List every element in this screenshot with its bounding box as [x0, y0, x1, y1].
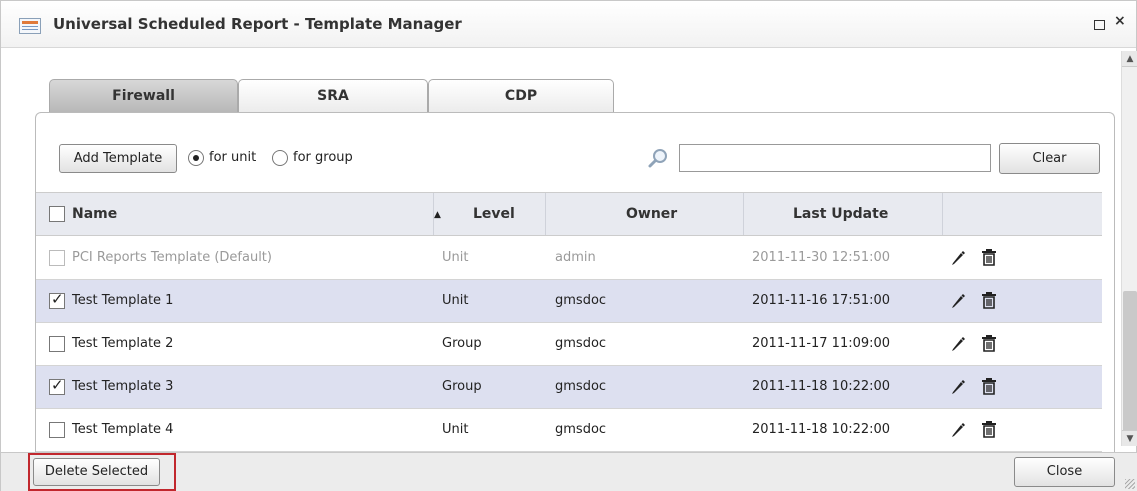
annotation-highlight [28, 453, 176, 491]
row-checkbox[interactable] [49, 336, 65, 352]
row-name: PCI Reports Template (Default) [72, 250, 272, 265]
trash-icon[interactable] [982, 292, 996, 309]
row-checkbox[interactable] [49, 376, 65, 395]
sort-ascending-icon[interactable]: ▲ [434, 193, 441, 237]
row-last-update: 2011-11-17 11:09:00 [752, 336, 891, 351]
row-level: Unit [442, 250, 469, 265]
trash-icon[interactable] [982, 421, 996, 438]
tab-sra[interactable]: SRA [238, 79, 428, 112]
column-header-owner[interactable]: Owner [626, 193, 677, 235]
report-icon [19, 18, 41, 34]
tab-cdp[interactable]: CDP [428, 79, 614, 112]
table-row[interactable]: Test Template 3 Group gmsdoc 2011-11-18 … [36, 366, 1102, 409]
table-header: Name ▲ Level Owner Last Update [36, 192, 1102, 236]
edit-icon[interactable] [950, 293, 966, 309]
window-title: Universal Scheduled Report - Template Ma… [53, 15, 462, 33]
row-name: Test Template 1 [72, 293, 174, 308]
close-button[interactable]: Close [1014, 457, 1115, 487]
scroll-down-icon[interactable]: ▼ [1122, 430, 1137, 446]
select-all-checkbox[interactable] [49, 206, 65, 222]
vertical-scrollbar[interactable]: ▲ ▼ [1121, 51, 1137, 446]
clear-button[interactable]: Clear [999, 143, 1100, 174]
row-owner: gmsdoc [555, 293, 607, 308]
search-icon [648, 149, 667, 168]
edit-icon[interactable] [950, 422, 966, 438]
row-last-update: 2011-11-18 10:22:00 [752, 422, 891, 437]
edit-icon[interactable] [950, 336, 966, 352]
trash-icon[interactable] [982, 249, 996, 266]
edit-icon[interactable] [950, 379, 966, 395]
trash-icon[interactable] [982, 378, 996, 395]
row-owner: gmsdoc [555, 336, 607, 351]
edit-icon[interactable] [950, 250, 966, 266]
column-divider [433, 193, 434, 235]
row-level: Unit [442, 422, 469, 437]
row-last-update: 2011-11-16 17:51:00 [752, 293, 891, 308]
title-bar: Universal Scheduled Report - Template Ma… [1, 1, 1136, 48]
row-owner: admin [555, 250, 596, 265]
column-divider [942, 193, 943, 235]
column-header-level[interactable]: Level [473, 193, 515, 235]
table-row[interactable]: Test Template 2 Group gmsdoc 2011-11-17 … [36, 323, 1102, 366]
scroll-thumb[interactable] [1123, 291, 1137, 441]
for-unit-label[interactable]: for unit [209, 150, 256, 165]
column-divider [545, 193, 546, 235]
row-level: Group [442, 336, 482, 351]
close-icon[interactable]: × [1114, 13, 1126, 29]
search-input[interactable] [679, 144, 991, 172]
table-row[interactable]: Test Template 4 Unit gmsdoc 2011-11-18 1… [36, 409, 1102, 452]
row-name: Test Template 4 [72, 422, 174, 437]
column-header-last-update[interactable]: Last Update [793, 193, 888, 235]
scroll-up-icon[interactable]: ▲ [1122, 51, 1137, 67]
table-row[interactable]: Test Template 1 Unit gmsdoc 2011-11-16 1… [36, 280, 1102, 323]
maximize-icon[interactable] [1094, 20, 1105, 30]
row-checkbox[interactable] [49, 422, 65, 438]
column-divider [743, 193, 744, 235]
row-owner: gmsdoc [555, 422, 607, 437]
row-level: Group [442, 379, 482, 394]
row-checkbox [49, 250, 65, 266]
row-last-update: 2011-11-18 10:22:00 [752, 379, 891, 394]
row-level: Unit [442, 293, 469, 308]
for-group-label[interactable]: for group [293, 150, 353, 165]
row-owner: gmsdoc [555, 379, 607, 394]
column-header-name[interactable]: Name [72, 193, 117, 235]
for-group-radio[interactable] [272, 150, 288, 166]
row-last-update: 2011-11-30 12:51:00 [752, 250, 891, 265]
row-name: Test Template 3 [72, 379, 174, 394]
tab-firewall[interactable]: Firewall [49, 79, 238, 112]
for-unit-radio[interactable] [188, 150, 204, 166]
resize-grip[interactable] [1125, 479, 1135, 489]
trash-icon[interactable] [982, 335, 996, 352]
template-manager-window: Universal Scheduled Report - Template Ma… [0, 0, 1137, 491]
table-row[interactable]: PCI Reports Template (Default) Unit admi… [36, 237, 1102, 280]
row-checkbox[interactable] [49, 290, 65, 309]
add-template-button[interactable]: Add Template [59, 144, 177, 173]
row-name: Test Template 2 [72, 336, 174, 351]
